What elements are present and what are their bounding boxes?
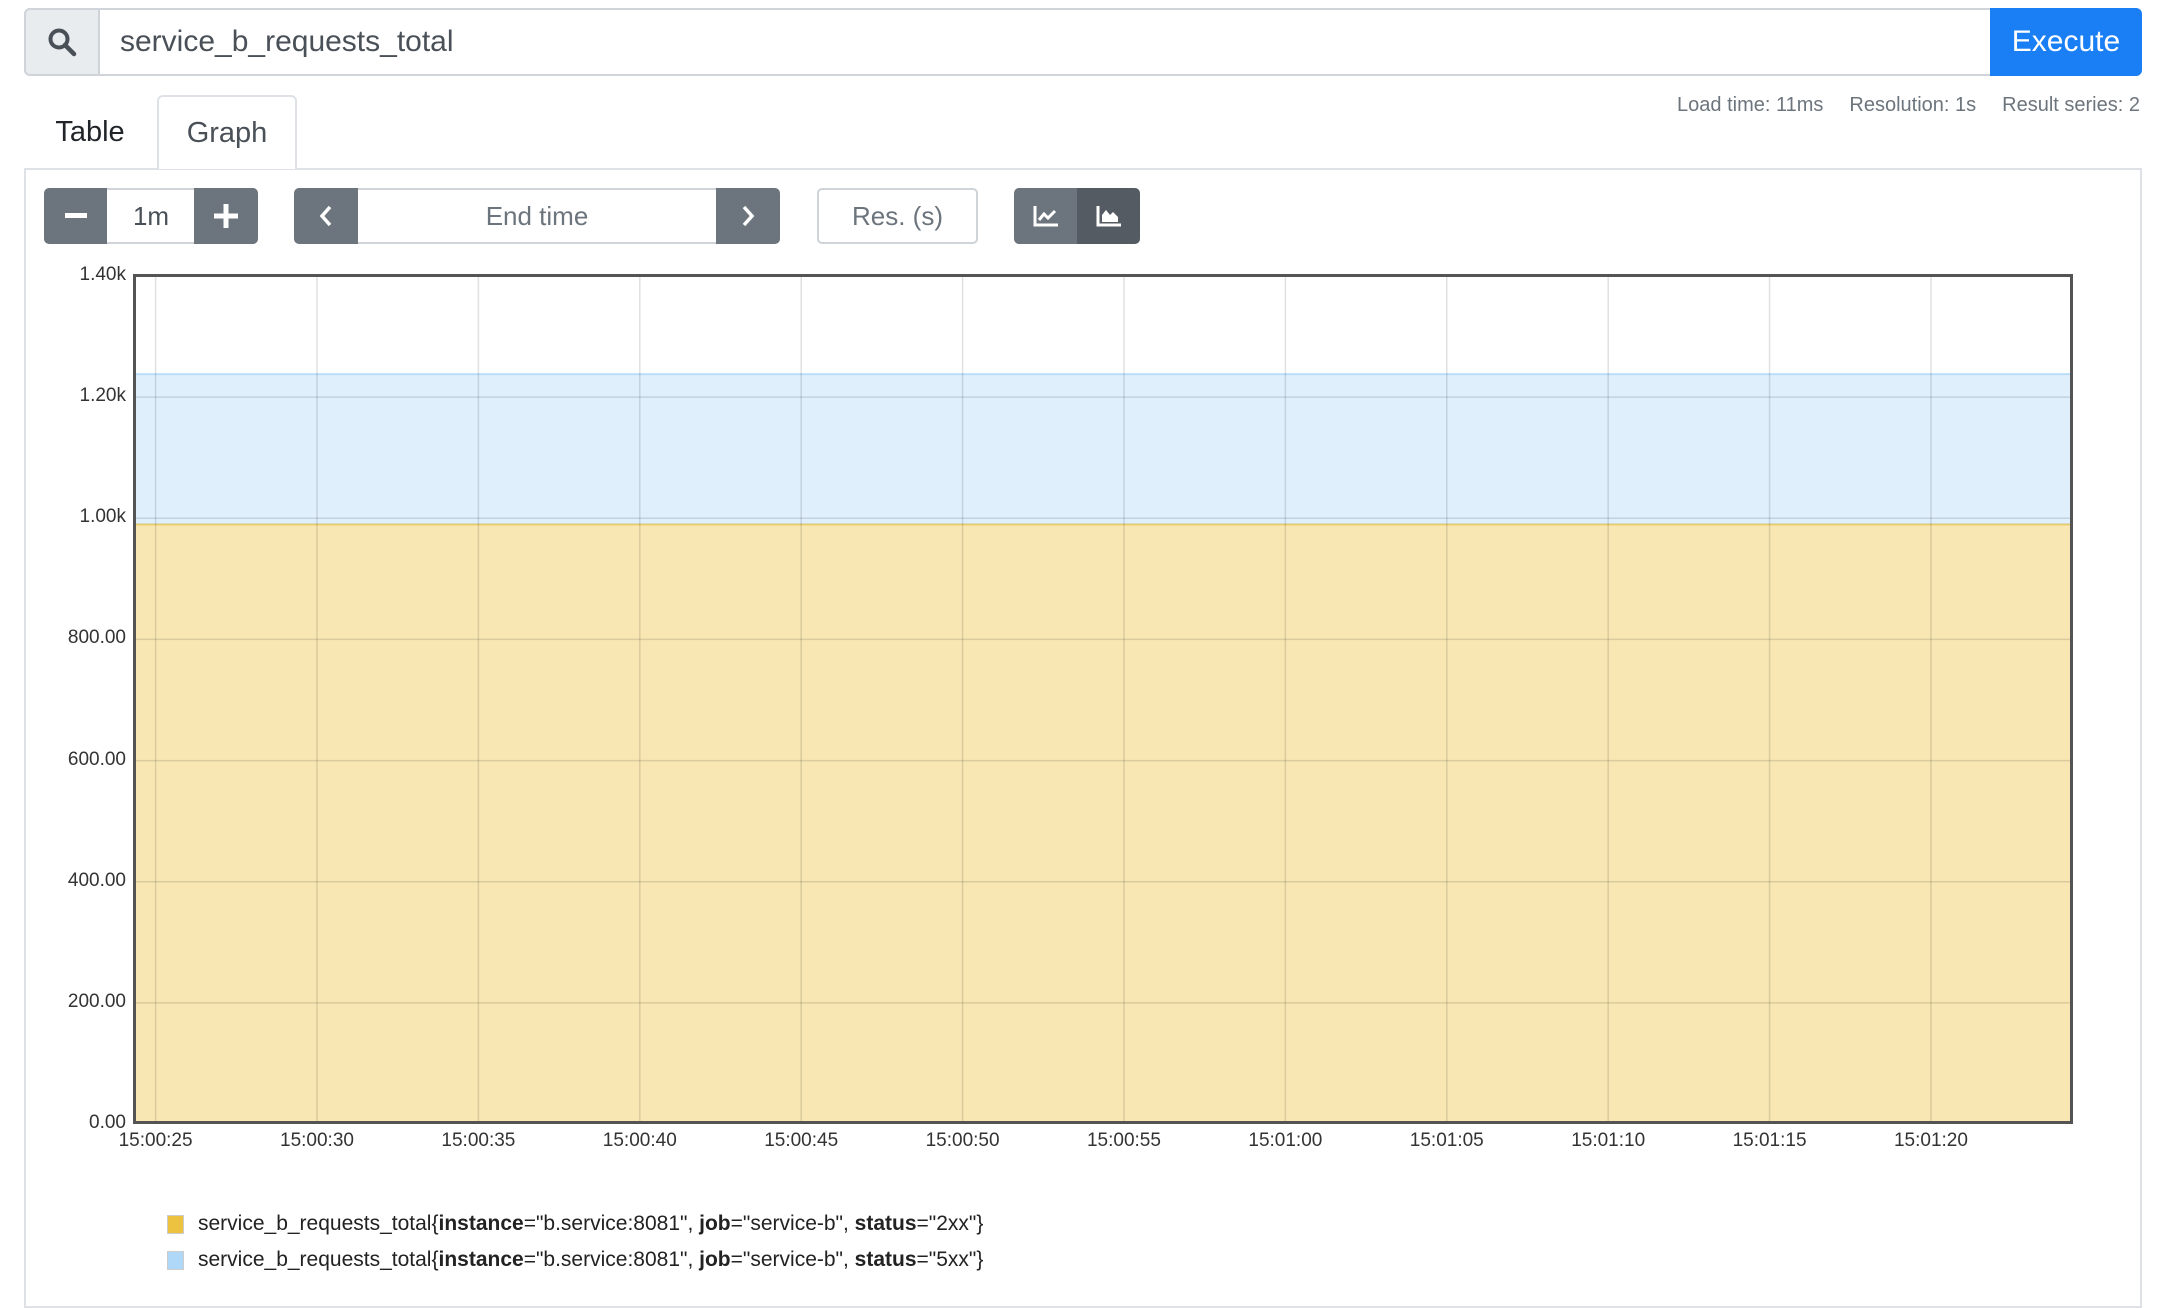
x-tick-label: 15:01:10: [1571, 1130, 1646, 1151]
label-name: status: [854, 1212, 917, 1235]
y-tick-label: 1.40k: [79, 264, 126, 285]
x-tick-label: 15:00:50: [925, 1130, 1000, 1151]
legend-swatch: [167, 1214, 184, 1234]
next-time-button[interactable]: [716, 188, 780, 244]
line-chart-icon: [1033, 206, 1058, 227]
x-tick-label: 15:01:05: [1409, 1130, 1484, 1151]
x-tick-label: 15:00:40: [602, 1130, 677, 1151]
legend-metric: service_b_requests_total: [198, 1248, 432, 1271]
x-tick-label: 15:00:25: [118, 1130, 193, 1151]
chevron-right-icon: [742, 205, 755, 227]
resolution-input[interactable]: Res. (s): [817, 188, 978, 244]
x-tick-label: 15:00:45: [764, 1130, 839, 1151]
legend-item-2xx[interactable]: service_b_requests_total {instance="b.ser…: [167, 1212, 983, 1236]
y-tick-label: 800.00: [67, 627, 126, 649]
line-chart-button[interactable]: [1014, 188, 1077, 244]
result-series: Result series: 2: [2002, 94, 2140, 116]
label-name: status: [854, 1248, 917, 1271]
label-name: instance: [438, 1248, 524, 1271]
legend-metric: service_b_requests_total: [198, 1212, 432, 1235]
query-stats: Load time: 11ms Resolution: 1s Result se…: [1677, 94, 2140, 117]
load-time: Load time: 11ms: [1677, 94, 1824, 116]
y-tick-label: 600.00: [67, 748, 126, 770]
area-chart-icon: [1096, 206, 1121, 227]
x-tick-label: 15:01:20: [1893, 1130, 1968, 1151]
search-icon: [24, 8, 100, 76]
legend-labels: {instance="b.service:8081", job="service…: [431, 1248, 984, 1271]
y-tick-label: 1.20k: [79, 385, 126, 407]
tab-table[interactable]: Table: [24, 95, 156, 169]
stacked-chart-button[interactable]: [1077, 188, 1140, 244]
x-tick-label: 15:01:15: [1732, 1130, 1807, 1151]
chevron-left-icon: [319, 205, 332, 227]
plus-icon: [214, 204, 238, 228]
x-tick-label: 15:00:35: [441, 1130, 516, 1151]
x-tick-label: 15:00:55: [1086, 1130, 1161, 1151]
legend-labels: {instance="b.service:8081", job="service…: [431, 1212, 984, 1235]
resolution: Resolution: 1s: [1849, 94, 1977, 116]
previous-time-button[interactable]: [294, 188, 358, 244]
legend-swatch: [167, 1250, 184, 1270]
label-name: job: [699, 1212, 731, 1235]
area-series-0: [133, 524, 2073, 1124]
y-tick-label: 1.00k: [79, 506, 126, 528]
minus-icon: [65, 213, 87, 218]
decrease-range-button[interactable]: [44, 188, 108, 244]
legend-item-5xx[interactable]: service_b_requests_total {instance="b.ser…: [167, 1248, 983, 1272]
tab-graph[interactable]: Graph: [157, 95, 297, 169]
y-tick-label: 400.00: [67, 869, 126, 891]
execute-button[interactable]: Execute: [1990, 8, 2142, 76]
label-name: instance: [438, 1212, 524, 1235]
x-tick-label: 15:01:00: [1248, 1130, 1323, 1151]
y-tick-label: 200.00: [67, 990, 126, 1012]
label-name: job: [699, 1248, 731, 1271]
x-tick-label: 15:00:30: [280, 1130, 354, 1151]
stacked-area-chart[interactable]: [133, 274, 2073, 1124]
query-input[interactable]: service_b_requests_total: [120, 20, 454, 64]
increase-range-button[interactable]: [194, 188, 258, 244]
range-input[interactable]: 1m: [107, 188, 195, 244]
end-time-input[interactable]: End time: [358, 188, 716, 244]
